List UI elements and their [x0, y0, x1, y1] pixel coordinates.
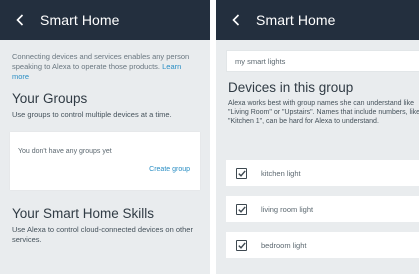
create-group-link[interactable]: Create group [149, 166, 190, 173]
page-title: Smart Home [40, 12, 120, 28]
skills-heading: Your Smart Home Skills [12, 206, 155, 221]
groups-description: Use groups to control multiple devices a… [12, 110, 172, 120]
top-bar: Smart Home [0, 0, 210, 40]
chevron-left-icon [16, 14, 24, 26]
skills-description: Use Alexa to control cloud-connected dev… [12, 225, 193, 244]
top-bar: Smart Home [216, 0, 419, 40]
device-label: kitchen light [261, 168, 301, 178]
device-checkbox[interactable] [236, 239, 247, 251]
group-name-input[interactable] [226, 50, 419, 72]
devices-heading: Devices in this group [228, 80, 354, 95]
back-button[interactable] [226, 10, 246, 30]
back-button[interactable] [10, 10, 30, 30]
device-row-kitchen-light[interactable]: kitchen light [226, 160, 419, 186]
device-checkbox[interactable] [236, 167, 247, 179]
checkmark-icon [237, 205, 246, 213]
groups-card: You don't have any groups yet Create gro… [10, 132, 200, 190]
page-title: Smart Home [256, 12, 336, 28]
groups-empty-text: You don't have any groups yet [18, 148, 112, 155]
device-row-living-room-light[interactable]: living room light [226, 196, 419, 222]
device-row-bedroom-light[interactable]: bedroom light [226, 232, 419, 258]
device-label: bedroom light [261, 240, 307, 250]
device-checkbox[interactable] [236, 203, 247, 215]
groups-heading: Your Groups [12, 91, 88, 107]
chevron-left-icon [232, 14, 240, 26]
checkmark-icon [237, 241, 246, 249]
devices-description: Alexa works best with group names she ca… [228, 100, 419, 126]
group-edit-screen: Smart Home Devices in this group Alexa w… [216, 0, 419, 274]
smart-home-screen: Smart Home Connecting devices and servic… [0, 0, 210, 274]
device-label: living room light [261, 204, 314, 214]
checkmark-icon [237, 169, 246, 177]
intro-text: Connecting devices and services enables … [12, 52, 196, 81]
